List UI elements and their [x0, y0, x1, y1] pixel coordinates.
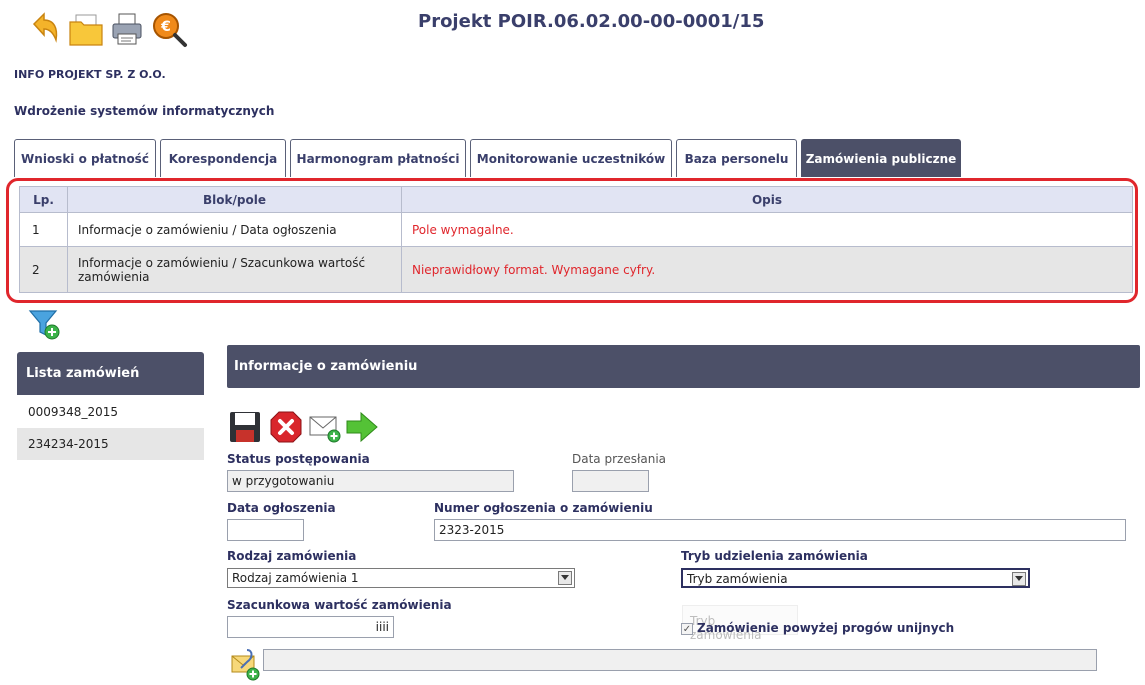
row-lp: 2 — [19, 246, 68, 293]
announce-date-label: Data ogłoszenia — [227, 501, 336, 515]
above-threshold-checkbox[interactable]: ✓ — [681, 623, 693, 635]
tab-monitorowanie[interactable]: Monitorowanie uczestników — [470, 139, 672, 177]
table-row[interactable]: 2 Informacje o zamówieniu / Szacunkowa w… — [19, 246, 1133, 293]
tab-zamowienia[interactable]: Zamówienia publiczne — [801, 139, 961, 177]
column-header-desc: Opis — [401, 186, 1133, 213]
mode-label: Tryb udzielenia zamówienia — [681, 549, 868, 563]
folder-icon[interactable] — [67, 10, 105, 48]
status-label: Status postępowania — [227, 452, 370, 466]
euro-search-icon[interactable]: € — [150, 10, 188, 48]
order-type-value: Rodzaj zamówienia 1 — [232, 571, 359, 585]
row-lp: 1 — [19, 212, 68, 247]
delete-icon[interactable] — [269, 410, 303, 444]
sent-date-field — [572, 470, 649, 492]
sent-date-label: Data przesłania — [572, 452, 667, 466]
company-name: INFO PROJEKT SP. Z O.O. — [14, 68, 166, 81]
list-item[interactable]: 0009348_2015 — [17, 396, 204, 428]
tab-wnioski[interactable]: Wnioski o płatność — [14, 139, 156, 177]
add-filter-icon[interactable] — [28, 308, 62, 342]
project-name: Wdrożenie systemów informatycznych — [14, 104, 275, 118]
chevron-down-icon[interactable] — [558, 571, 572, 585]
order-type-select[interactable]: Rodzaj zamówienia 1 — [227, 568, 575, 588]
section-title: Informacje o zamówieniu — [227, 345, 1140, 388]
above-threshold-label: Zamówienie powyżej progów unijnych — [697, 621, 955, 635]
list-item[interactable]: 234234-2015 — [17, 428, 204, 460]
estimated-value-field[interactable]: iiii — [227, 616, 394, 638]
row-field: Informacje o zamówieniu / Szacunkowa war… — [67, 246, 402, 293]
attachment-mail-icon[interactable] — [229, 648, 263, 682]
estimated-value-label: Szacunkowa wartość zamówienia — [227, 598, 452, 612]
mode-value: Tryb zamówienia — [687, 572, 788, 586]
column-header-field: Blok/pole — [67, 186, 402, 213]
column-header-lp: Lp. — [19, 186, 68, 213]
send-mail-icon[interactable] — [308, 410, 342, 444]
order-type-label: Rodzaj zamówienia — [227, 549, 357, 563]
validation-errors-table: Lp. Blok/pole Opis 1 Informacje o zamówi… — [19, 186, 1133, 293]
announce-number-label: Numer ogłoszenia o zamówieniu — [434, 501, 653, 515]
row-desc: Pole wymagalne. — [401, 212, 1133, 247]
svg-text:€: € — [160, 19, 171, 35]
chevron-down-icon[interactable] — [1012, 572, 1026, 586]
back-arrow-icon[interactable] — [26, 10, 64, 48]
row-field: Informacje o zamówieniu / Data ogłoszeni… — [67, 212, 402, 247]
attachment-field[interactable] — [263, 649, 1097, 671]
mode-select[interactable]: Tryb zamówienia — [681, 568, 1030, 588]
print-icon[interactable] — [109, 10, 147, 48]
tab-baza-personelu[interactable]: Baza personelu — [676, 139, 797, 177]
page-title: Projekt POIR.06.02.00-00-0001/15 — [418, 11, 765, 32]
save-icon[interactable] — [228, 410, 262, 444]
row-desc: Nieprawidłowy format. Wymagane cyfry. — [401, 246, 1133, 293]
orders-list-title: Lista zamówień — [17, 352, 204, 395]
table-row[interactable]: 1 Informacje o zamówieniu / Data ogłosze… — [19, 212, 1133, 247]
announce-date-field[interactable] — [227, 519, 304, 541]
status-field: w przygotowaniu — [227, 470, 514, 492]
next-arrow-icon[interactable] — [345, 410, 379, 444]
announce-number-field[interactable]: 2323-2015 — [434, 519, 1126, 541]
tab-korespondencja[interactable]: Korespondencja — [160, 139, 286, 177]
tab-harmonogram[interactable]: Harmonogram płatności — [290, 139, 466, 177]
